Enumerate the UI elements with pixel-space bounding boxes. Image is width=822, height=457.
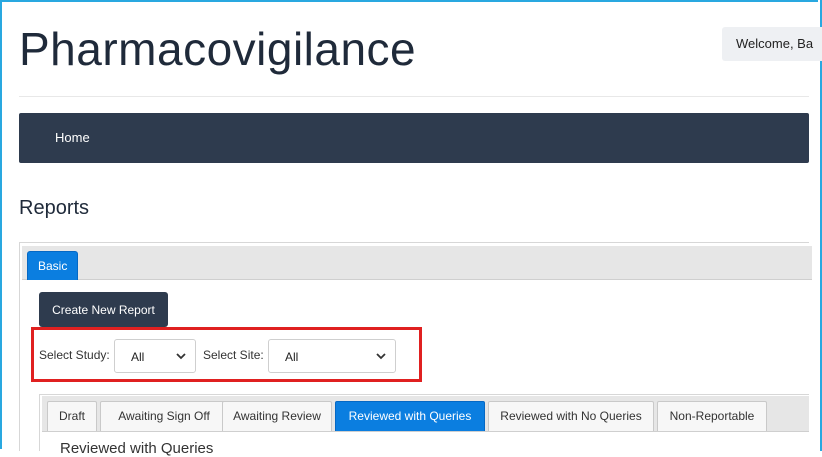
tab-awaiting-sign-off[interactable]: Awaiting Sign Off	[100, 401, 228, 431]
tab-reviewed-with-queries[interactable]: Reviewed with Queries	[335, 401, 485, 431]
tab-basic[interactable]: Basic	[27, 251, 79, 280]
tab-reviewed-with-no-queries[interactable]: Reviewed with No Queries	[488, 401, 654, 431]
tab-non-reportable[interactable]: Non-Reportable	[657, 401, 767, 431]
nav-home-link[interactable]: Home	[55, 113, 90, 163]
study-select-value: All	[131, 350, 145, 364]
tab-draft[interactable]: Draft	[47, 401, 97, 431]
site-select-value: All	[285, 350, 299, 364]
header-divider	[19, 96, 809, 97]
create-new-report-button[interactable]: Create New Report	[39, 292, 168, 327]
select-site-label: Select Site:	[203, 348, 264, 362]
panel-tab-bar: Basic	[22, 246, 812, 280]
chevron-down-icon	[176, 353, 186, 360]
page-title: Reports	[19, 197, 90, 219]
chevron-down-icon	[376, 353, 386, 360]
welcome-user-button[interactable]: Welcome, Ba	[722, 27, 822, 61]
top-navbar: Home	[19, 113, 809, 163]
tab-awaiting-review[interactable]: Awaiting Review	[222, 401, 332, 431]
site-select[interactable]: All	[268, 339, 396, 373]
section-heading: Reviewed with Queries	[60, 440, 214, 457]
app-title: Pharmacovigilance	[19, 23, 417, 75]
select-study-label: Select Study:	[39, 348, 110, 362]
study-select[interactable]: All	[114, 339, 196, 373]
